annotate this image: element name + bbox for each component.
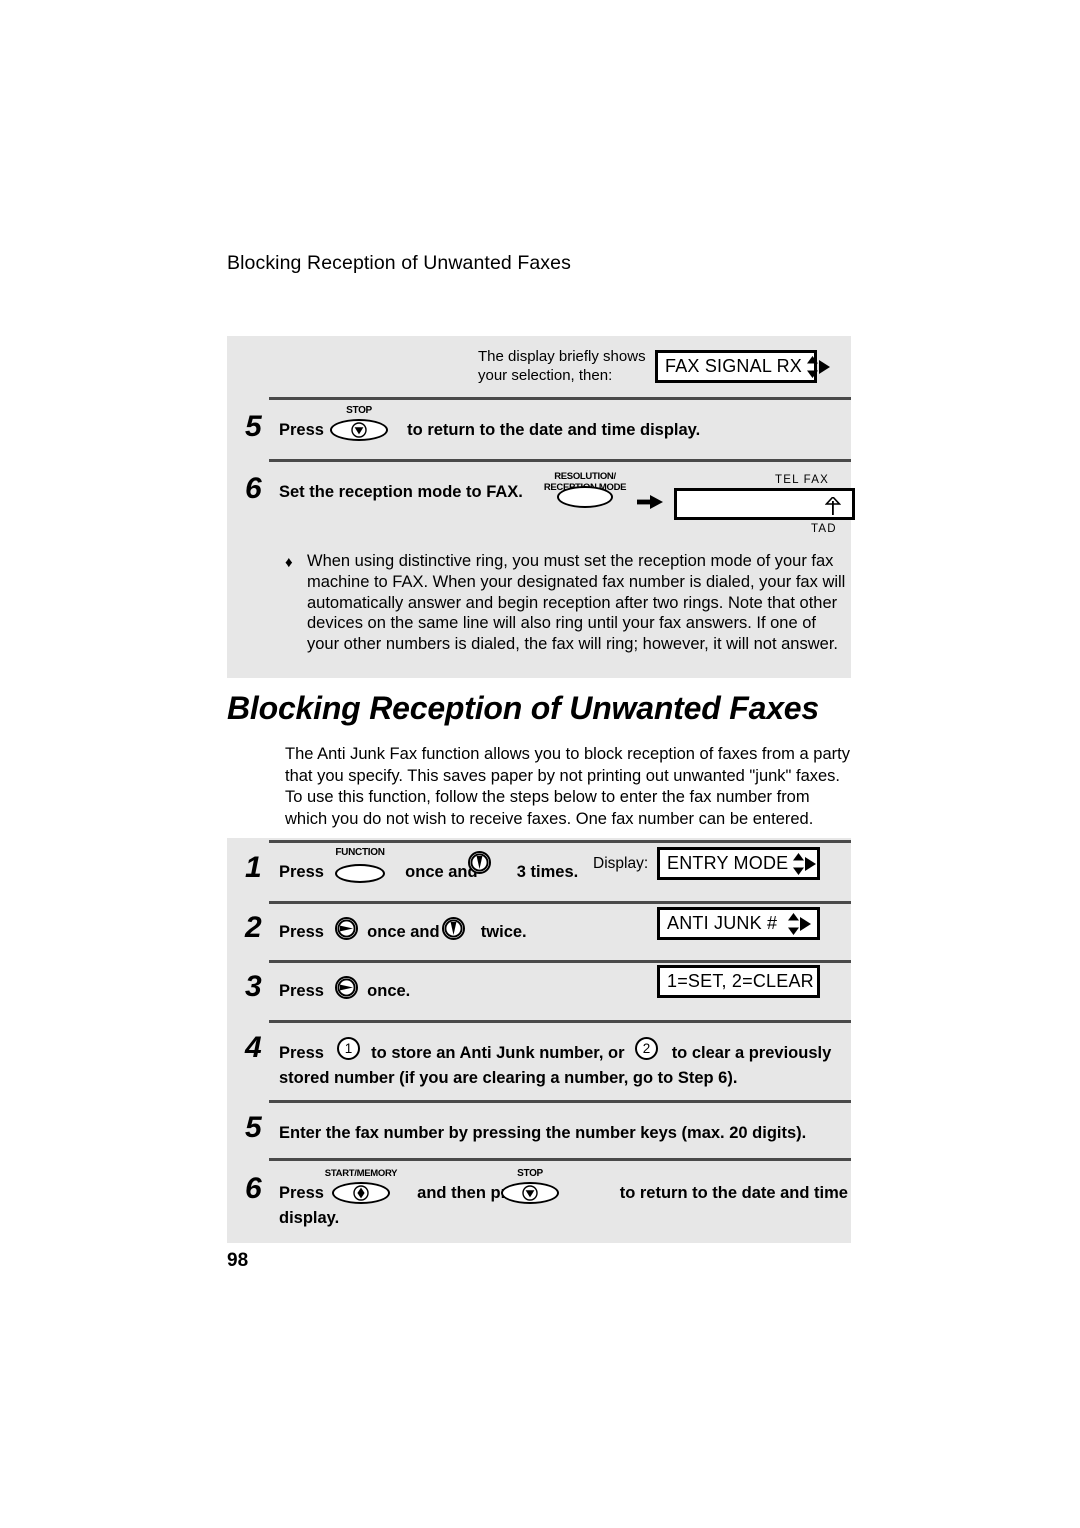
step-end-text: once. (367, 982, 411, 1000)
intro-paragraph: The Anti Junk Fax function allows you to… (285, 745, 850, 828)
up-down-right-arrows-icon (806, 355, 830, 378)
page-title: Blocking Reception of Unwanted Faxes (227, 690, 820, 726)
bullet-text: When using distinctive ring, you must se… (307, 552, 846, 654)
up-arrow-icon (825, 497, 841, 515)
display-note-line2: your selection, then: (478, 366, 613, 384)
button-ellipse (557, 486, 613, 508)
button-ellipse (335, 864, 385, 883)
running-head: Blocking Reception of Unwanted Faxes (227, 252, 571, 274)
numeric-key-2-label: 2 (642, 1040, 651, 1056)
step-text: Set the reception mode to FAX. (279, 483, 523, 501)
lcd-text: 1=SET, 2=CLEAR (667, 971, 814, 991)
step-number: 5 (245, 410, 262, 443)
page-number: 98 (227, 1250, 249, 1271)
step-mid-text: once and (405, 863, 478, 881)
button-label-line1: RESOLUTION/ (554, 471, 616, 482)
step-text-line2: stored number (if you are clearing a num… (279, 1069, 738, 1087)
panel-divider (269, 1020, 851, 1023)
down-arrow-key-icon[interactable] (468, 851, 491, 874)
panel-divider (269, 960, 851, 963)
right-arrow-icon (637, 495, 663, 509)
panel-divider (269, 901, 851, 904)
display-note-line1: The display briefly shows (478, 348, 646, 365)
step-number: 2 (245, 911, 262, 944)
step-text-b: to clear a previously (671, 1044, 832, 1062)
start-memory-button[interactable]: START/MEMORY (324, 1168, 398, 1204)
lcd-anti-junk: ANTI JUNK # (657, 907, 820, 940)
start-diamond-icon (353, 1185, 369, 1201)
right-arrow-key-icon[interactable] (335, 976, 358, 999)
right-arrow-key-icon[interactable] (335, 917, 358, 940)
step-text: Press to store an Anti Junk number, or t… (279, 1041, 831, 1066)
reception-mode-display (674, 488, 855, 520)
press-label: Press (279, 982, 324, 1000)
panel-divider (269, 1158, 851, 1161)
lcd-set-clear: 1=SET, 2=CLEAR (657, 965, 820, 998)
lcd-text: ENTRY MODE (667, 853, 789, 873)
stop-button[interactable]: STOP (501, 1168, 559, 1204)
start-memory-button-label: START/MEMORY (324, 1168, 398, 1179)
step-end-text: twice. (480, 923, 527, 941)
function-button-label: FUNCTION (335, 847, 385, 858)
lcd-fax-signal-rx: FAX SIGNAL RX (655, 350, 830, 383)
numeric-key-1-label: 1 (344, 1040, 353, 1056)
down-arrow-key-icon[interactable] (442, 917, 465, 940)
stop-circle-icon (351, 422, 367, 438)
panel-divider (269, 840, 851, 843)
stop-circle-icon (522, 1185, 538, 1201)
step-text: Press once and 3 times. (279, 860, 578, 885)
bullet-note: ♦ When using distinctive ring, you must … (285, 551, 847, 655)
press-label: Press (279, 1184, 324, 1202)
bullet-marker: ♦ (285, 554, 293, 571)
panel-divider (269, 397, 851, 400)
step-number: 4 (245, 1031, 262, 1064)
stop-button-label: STOP (517, 1168, 543, 1179)
resolution-reception-mode-button[interactable]: RESOLUTION/ RECEPTION MODE (544, 471, 626, 508)
lcd-text: FAX SIGNAL RX (665, 356, 802, 376)
mode-bottom-label: TAD (811, 523, 837, 535)
press-label: Press (279, 923, 324, 941)
step-number: 1 (245, 851, 262, 884)
step-instruction: to return to the date and time display. (407, 421, 701, 439)
numeric-key-1[interactable]: 1 (337, 1037, 360, 1060)
lcd-entry-mode: ENTRY MODE (657, 847, 820, 880)
function-button[interactable]: FUNCTION (331, 847, 389, 883)
step-number: 3 (245, 970, 262, 1003)
lcd-text: ANTI JUNK # (667, 913, 778, 933)
step-text-a: to store an Anti Junk number, or (371, 1044, 625, 1062)
step-text: Enter the fax number by pressing the num… (279, 1124, 807, 1142)
stop-button-label: STOP (346, 405, 372, 416)
step-text: Press once and twice. (279, 920, 527, 945)
press-label: Press (279, 863, 324, 881)
mode-top-labels: TEL FAX (775, 474, 829, 486)
step-mid-text: once and (367, 923, 440, 941)
step-text-line2: display. (279, 1209, 340, 1227)
display-note: The display briefly shows your selection… (478, 348, 658, 385)
panel-divider (269, 459, 851, 462)
press-label: Press (279, 421, 324, 439)
up-down-right-arrows-icon (792, 852, 817, 875)
display-label: Display: (593, 855, 649, 872)
step-end-text: to return to the date and time (619, 1184, 848, 1202)
step-number: 5 (245, 1111, 262, 1144)
stop-button[interactable]: STOP (330, 405, 388, 441)
numeric-key-2[interactable]: 2 (635, 1037, 658, 1060)
up-down-right-arrows-icon (787, 912, 811, 935)
panel-divider (269, 1100, 851, 1103)
press-label: Press (279, 1044, 324, 1062)
anti-junk-procedure-panel: 1 Press once and 3 times. FUNCTION Displ… (227, 838, 851, 1243)
step-number: 6 (245, 1172, 262, 1205)
step-number: 6 (245, 472, 262, 505)
step-end-text: 3 times. (516, 863, 579, 881)
